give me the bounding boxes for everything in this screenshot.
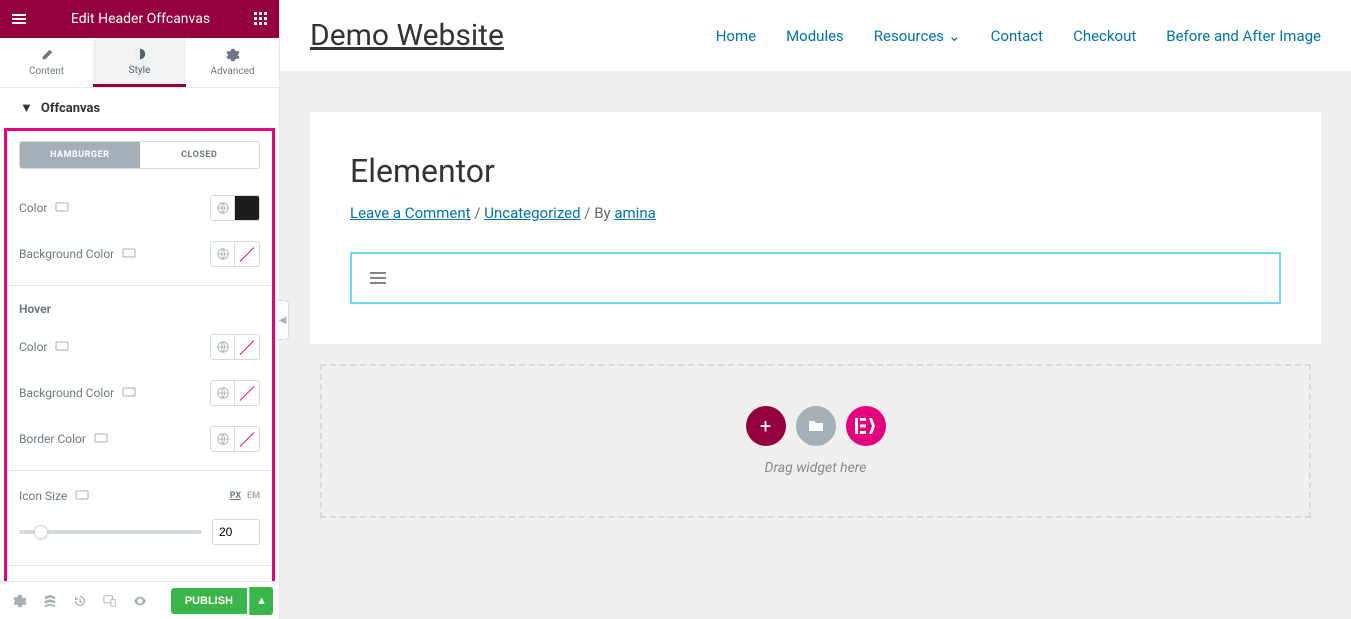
leave-comment-link[interactable]: Leave a Comment <box>350 204 471 222</box>
globe-icon[interactable] <box>211 381 235 405</box>
nav-resources-label: Resources <box>874 27 944 45</box>
border-color-swatch[interactable] <box>235 427 259 451</box>
unit-px[interactable]: PX <box>230 491 241 501</box>
globe-icon[interactable] <box>211 335 235 359</box>
section-label: Offcanvas <box>41 101 100 116</box>
folder-icon <box>808 419 824 433</box>
section-offcanvas[interactable]: ▼ Offcanvas <box>0 88 279 128</box>
desktop-icon[interactable] <box>55 341 69 353</box>
nav-before-after[interactable]: Before and After Image <box>1166 27 1321 45</box>
hover-bgcolor-label: Background Color <box>19 386 114 400</box>
desktop-icon[interactable] <box>122 387 136 399</box>
desktop-icon[interactable] <box>55 202 69 214</box>
border-color-label: Border Color <box>19 432 86 446</box>
tab-content-label: Content <box>29 66 64 77</box>
iconsize-input[interactable] <box>212 519 260 545</box>
responsive-icon[interactable] <box>96 587 124 615</box>
color-swatch[interactable] <box>235 196 259 220</box>
chevron-down-icon: ⌄ <box>948 27 961 45</box>
post-meta: Leave a Comment / Uncategorized / By ami… <box>350 204 1281 222</box>
hover-bgcolor-swatch[interactable] <box>235 381 259 405</box>
hover-color-swatch[interactable] <box>235 335 259 359</box>
nav-checkout[interactable]: Checkout <box>1073 27 1136 45</box>
tab-advanced-label: Advanced <box>210 66 254 77</box>
apps-icon[interactable] <box>253 11 269 27</box>
publish-button[interactable]: PUBLISH <box>171 588 247 614</box>
ek-icon <box>855 418 877 434</box>
hover-header: Hover <box>19 294 260 324</box>
globe-icon[interactable] <box>211 242 235 266</box>
pencil-icon <box>40 48 54 62</box>
desktop-icon[interactable] <box>94 433 108 445</box>
panel-header: Edit Header Offcanvas <box>0 0 279 38</box>
tab-style-label: Style <box>129 65 151 76</box>
globe-icon[interactable] <box>211 427 235 451</box>
tab-advanced[interactable]: Advanced <box>186 38 279 87</box>
preview-icon[interactable] <box>126 587 154 615</box>
site-header: Demo Website Home Modules Resources ⌄ Co… <box>280 0 1351 72</box>
page-title: Elementor <box>350 152 1281 190</box>
color-label: Color <box>19 201 47 215</box>
offcanvas-widget-preview[interactable] <box>350 252 1281 304</box>
style-icon <box>133 47 147 61</box>
tab-style[interactable]: Style <box>93 38 186 87</box>
bgcolor-label: Background Color <box>19 247 114 261</box>
dropzone[interactable]: + Drag widget here <box>320 364 1311 518</box>
elementskit-button[interactable] <box>846 406 886 446</box>
hamburger-icon <box>368 270 388 286</box>
menu-icon[interactable] <box>10 10 28 28</box>
author-link[interactable]: amina <box>614 204 655 222</box>
iconsize-label: Icon Size <box>19 489 67 503</box>
navigator-icon[interactable] <box>36 587 64 615</box>
nav-contact[interactable]: Contact <box>991 27 1043 45</box>
gear-icon <box>226 48 240 62</box>
add-section-button[interactable]: + <box>746 406 786 446</box>
panel-title: Edit Header Offcanvas <box>28 11 253 27</box>
category-link[interactable]: Uncategorized <box>484 204 580 222</box>
settings-icon[interactable] <box>6 587 34 615</box>
globe-icon[interactable] <box>211 196 235 220</box>
nav-modules[interactable]: Modules <box>786 27 844 45</box>
switch-hamburger[interactable]: HAMBURGER <box>20 142 140 168</box>
style-controls-box: HAMBURGER CLOSED Color <box>4 128 275 581</box>
unit-em[interactable]: EM <box>247 491 260 501</box>
iconsize-slider[interactable] <box>19 530 202 534</box>
publish-options[interactable]: ▴ <box>249 587 273 615</box>
collapse-panel[interactable]: ◀ <box>277 300 289 340</box>
hover-color-label: Color <box>19 340 47 354</box>
tab-content[interactable]: Content <box>0 38 93 87</box>
caret-down-icon: ▼ <box>20 100 33 116</box>
desktop-icon[interactable] <box>75 490 89 502</box>
bgcolor-swatch[interactable] <box>235 242 259 266</box>
template-library-button[interactable] <box>796 406 836 446</box>
site-logo[interactable]: Demo Website <box>310 18 504 53</box>
dropzone-hint: Drag widget here <box>765 460 867 476</box>
nav-resources[interactable]: Resources ⌄ <box>874 27 961 45</box>
nav-home[interactable]: Home <box>716 27 756 45</box>
history-icon[interactable] <box>66 587 94 615</box>
switch-closed[interactable]: CLOSED <box>140 142 260 168</box>
desktop-icon[interactable] <box>122 248 136 260</box>
